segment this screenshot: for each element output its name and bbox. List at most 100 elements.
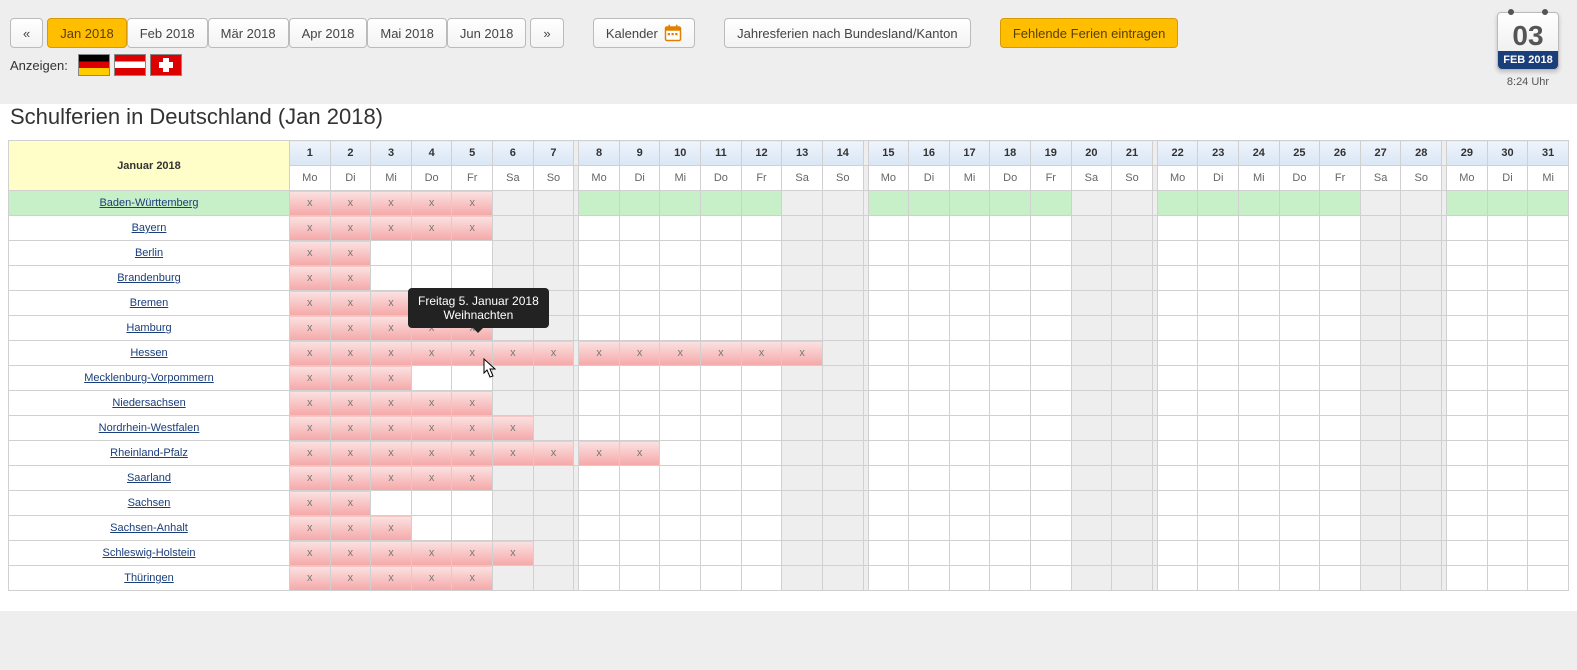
day-cell[interactable] — [990, 391, 1031, 416]
next-button[interactable]: » — [530, 18, 563, 48]
day-cell[interactable] — [1360, 241, 1401, 266]
day-cell[interactable] — [822, 266, 863, 291]
day-cell[interactable]: x — [579, 341, 620, 366]
day-cell[interactable]: x — [411, 341, 452, 366]
day-cell[interactable]: x — [371, 316, 412, 341]
day-header-2[interactable]: 2 — [330, 141, 371, 166]
day-cell[interactable]: x — [371, 541, 412, 566]
day-cell[interactable]: x — [411, 441, 452, 466]
day-cell[interactable]: x — [330, 541, 371, 566]
day-cell[interactable]: x — [290, 216, 331, 241]
day-cell[interactable] — [822, 441, 863, 466]
state-link[interactable]: Bremen — [130, 297, 169, 309]
day-header-17[interactable]: 17 — [949, 141, 990, 166]
day-cell[interactable] — [868, 191, 909, 216]
day-cell[interactable] — [533, 516, 574, 541]
state-link[interactable]: Berlin — [135, 247, 163, 259]
day-cell[interactable] — [1198, 241, 1239, 266]
day-header-12[interactable]: 12 — [741, 141, 782, 166]
day-cell[interactable] — [1030, 241, 1071, 266]
day-cell[interactable] — [782, 291, 823, 316]
day-cell[interactable]: x — [290, 266, 331, 291]
day-cell[interactable] — [868, 416, 909, 441]
calendar-button[interactable]: Kalender — [593, 18, 695, 48]
month-button-mär-2018[interactable]: Mär 2018 — [208, 18, 289, 48]
day-cell[interactable] — [949, 516, 990, 541]
day-cell[interactable] — [1360, 516, 1401, 541]
day-cell[interactable] — [493, 216, 534, 241]
day-cell[interactable] — [1360, 566, 1401, 591]
day-cell[interactable] — [1279, 366, 1320, 391]
day-cell[interactable] — [949, 291, 990, 316]
day-cell[interactable] — [1487, 441, 1528, 466]
day-cell[interactable] — [990, 566, 1031, 591]
day-cell[interactable]: x — [619, 341, 660, 366]
day-cell[interactable]: x — [371, 516, 412, 541]
day-cell[interactable] — [1320, 191, 1361, 216]
day-cell[interactable] — [1198, 441, 1239, 466]
day-cell[interactable] — [949, 316, 990, 341]
day-cell[interactable]: x — [411, 191, 452, 216]
day-cell[interactable] — [1447, 366, 1488, 391]
day-cell[interactable]: x — [452, 216, 493, 241]
day-cell[interactable] — [1071, 516, 1112, 541]
day-cell[interactable] — [1401, 491, 1442, 516]
day-cell[interactable] — [1487, 291, 1528, 316]
day-cell[interactable] — [371, 241, 412, 266]
day-cell[interactable] — [1198, 341, 1239, 366]
day-cell[interactable] — [701, 491, 742, 516]
day-cell[interactable] — [1360, 441, 1401, 466]
day-cell[interactable] — [782, 416, 823, 441]
day-cell[interactable] — [579, 241, 620, 266]
day-cell[interactable] — [949, 541, 990, 566]
day-cell[interactable] — [782, 191, 823, 216]
day-cell[interactable] — [741, 216, 782, 241]
day-cell[interactable] — [660, 191, 701, 216]
day-cell[interactable]: x — [330, 266, 371, 291]
day-cell[interactable] — [949, 566, 990, 591]
day-cell[interactable] — [1198, 541, 1239, 566]
day-cell[interactable]: x — [579, 441, 620, 466]
day-cell[interactable] — [1071, 241, 1112, 266]
day-cell[interactable] — [1401, 241, 1442, 266]
day-cell[interactable] — [1447, 566, 1488, 591]
day-cell[interactable] — [822, 216, 863, 241]
state-link[interactable]: Baden-Württemberg — [99, 197, 198, 209]
day-cell[interactable] — [909, 416, 950, 441]
day-cell[interactable] — [1447, 266, 1488, 291]
day-cell[interactable] — [741, 291, 782, 316]
day-cell[interactable] — [822, 416, 863, 441]
day-cell[interactable] — [741, 316, 782, 341]
day-cell[interactable] — [1401, 366, 1442, 391]
day-cell[interactable] — [701, 191, 742, 216]
day-cell[interactable] — [1157, 191, 1198, 216]
day-cell[interactable] — [1030, 491, 1071, 516]
day-cell[interactable] — [533, 541, 574, 566]
day-cell[interactable]: x — [452, 416, 493, 441]
day-cell[interactable] — [1112, 266, 1153, 291]
day-cell[interactable] — [782, 241, 823, 266]
day-cell[interactable]: x — [493, 441, 534, 466]
day-cell[interactable] — [868, 366, 909, 391]
day-cell[interactable] — [1447, 316, 1488, 341]
day-cell[interactable]: x — [371, 441, 412, 466]
day-cell[interactable]: x — [533, 341, 574, 366]
day-cell[interactable] — [1030, 291, 1071, 316]
day-header-22[interactable]: 22 — [1157, 141, 1198, 166]
day-cell[interactable] — [868, 241, 909, 266]
day-cell[interactable] — [1401, 516, 1442, 541]
day-cell[interactable] — [660, 491, 701, 516]
day-header-20[interactable]: 20 — [1071, 141, 1112, 166]
day-cell[interactable] — [1447, 441, 1488, 466]
day-header-7[interactable]: 7 — [533, 141, 574, 166]
day-cell[interactable] — [660, 266, 701, 291]
day-cell[interactable] — [782, 266, 823, 291]
day-header-9[interactable]: 9 — [619, 141, 660, 166]
day-cell[interactable] — [411, 516, 452, 541]
day-cell[interactable] — [371, 266, 412, 291]
day-cell[interactable] — [909, 291, 950, 316]
day-cell[interactable] — [701, 316, 742, 341]
day-cell[interactable] — [1401, 266, 1442, 291]
day-cell[interactable] — [822, 191, 863, 216]
prev-button[interactable]: « — [10, 18, 43, 48]
